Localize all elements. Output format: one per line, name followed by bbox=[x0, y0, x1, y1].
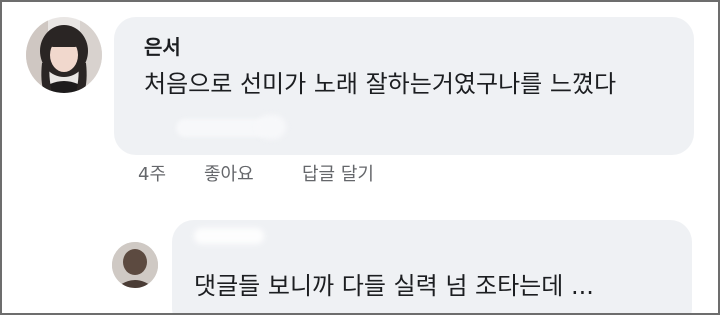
comment-body-text: 처음으로 선미가 노래 잘하는거였구나를 느꼈다 bbox=[144, 70, 617, 98]
comment-author-name[interactable]: 은서 bbox=[144, 31, 181, 60]
reply-avatar[interactable] bbox=[112, 242, 158, 288]
reply-bubble: 댓글들 보니까 다들 실력 넘 조타는데 ... bbox=[172, 220, 692, 313]
avatar-photo-icon bbox=[112, 242, 158, 288]
redacted-text-blur bbox=[176, 119, 268, 137]
reply-body-text: 댓글들 보니까 다들 실력 넘 조타는데 ... bbox=[194, 272, 594, 300]
like-button[interactable]: 좋아요 bbox=[204, 160, 254, 186]
avatar-photo-icon bbox=[26, 17, 102, 93]
comment-timestamp[interactable]: 4주 bbox=[138, 160, 166, 186]
reply-button[interactable]: 답글 달기 bbox=[302, 160, 374, 186]
redacted-text-blur bbox=[256, 115, 286, 139]
screenshot-frame: 은서 처음으로 선미가 노래 잘하는거였구나를 느꼈다 4주 좋아요 답글 달기… bbox=[0, 0, 720, 315]
commenter-avatar[interactable] bbox=[26, 17, 102, 93]
comment-bubble: 은서 처음으로 선미가 노래 잘하는거였구나를 느꼈다 bbox=[114, 17, 694, 155]
redacted-name-blur bbox=[194, 228, 264, 244]
